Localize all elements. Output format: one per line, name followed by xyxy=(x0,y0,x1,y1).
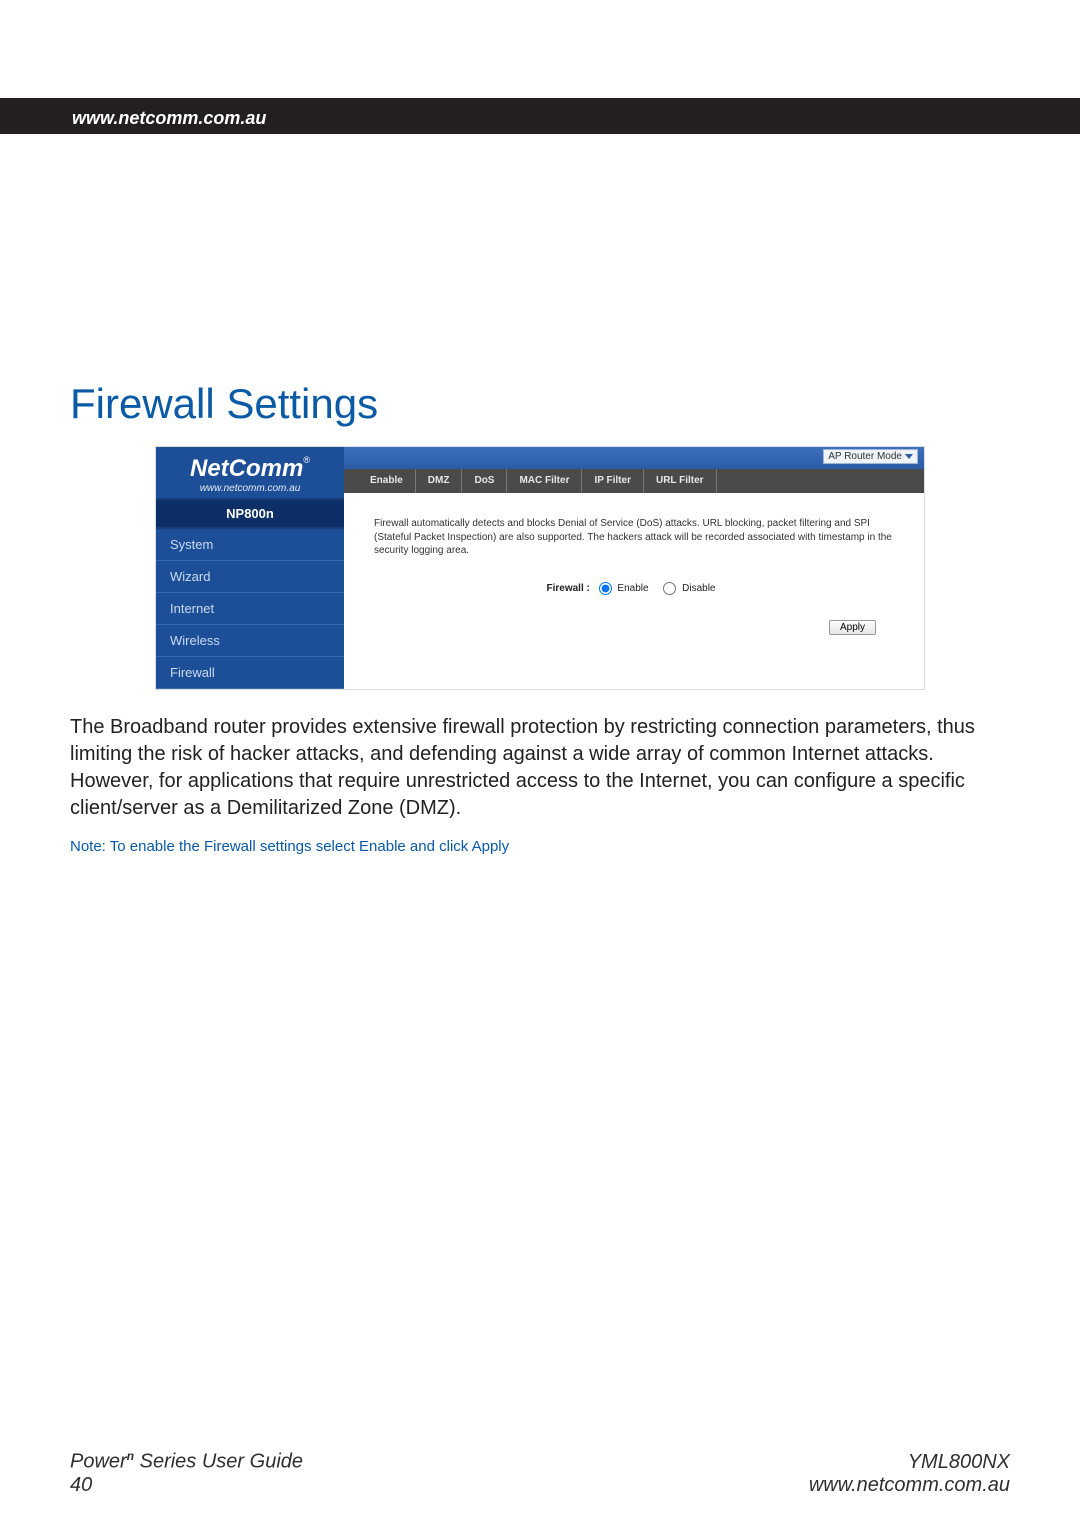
footer-guide-sup: n xyxy=(127,1449,134,1463)
chevron-down-icon xyxy=(905,454,913,459)
registered-mark: ® xyxy=(282,58,294,78)
router-tabs: Enable DMZ DoS MAC Filter IP Filter URL … xyxy=(344,469,924,493)
page-footer: Powern Series User Guide 40 YML800NX www… xyxy=(70,1449,1010,1497)
firewall-disable-radio[interactable] xyxy=(663,582,676,595)
firewall-disable-label: Disable xyxy=(682,583,715,594)
firewall-enable-label: Enable xyxy=(617,583,648,594)
sidebar-item-system[interactable]: System xyxy=(156,529,344,561)
router-registered-mark: ® xyxy=(303,455,310,465)
router-ui-screenshot: NetComm® www.netcomm.com.au NP800n Syste… xyxy=(155,446,925,690)
sidebar-item-internet[interactable]: Internet xyxy=(156,593,344,625)
tab-dos[interactable]: DoS xyxy=(462,469,507,493)
apply-button[interactable]: Apply xyxy=(829,620,876,635)
firewall-enable-radio[interactable] xyxy=(599,582,612,595)
router-model: NP800n xyxy=(156,498,344,529)
tab-dmz[interactable]: DMZ xyxy=(416,469,463,493)
apply-row: Apply xyxy=(344,595,924,657)
page-number: 40 xyxy=(70,1474,303,1497)
footer-left: Powern Series User Guide 40 xyxy=(70,1449,303,1497)
brand-logo-text: NetComm xyxy=(70,53,280,105)
firewall-radio-label: Firewall : xyxy=(547,583,590,594)
footer-code: YML800NX xyxy=(809,1451,1010,1474)
footer-guide-pre: Power xyxy=(70,1451,127,1473)
sidebar-item-wireless[interactable]: Wireless xyxy=(156,625,344,657)
tab-ip-filter[interactable]: IP Filter xyxy=(582,469,644,493)
tab-url-filter[interactable]: URL Filter xyxy=(644,469,717,493)
footer-right: YML800NX www.netcomm.com.au xyxy=(809,1451,1010,1497)
sidebar-item-firewall[interactable]: Firewall xyxy=(156,657,344,689)
footer-guide-post: Series User Guide xyxy=(134,1451,303,1473)
router-main-panel: AP Router Mode Enable DMZ DoS MAC Filter… xyxy=(344,447,924,689)
brand-logo: NetComm® xyxy=(70,52,293,106)
footer-url: www.netcomm.com.au xyxy=(809,1474,1010,1496)
tab-mac-filter[interactable]: MAC Filter xyxy=(507,469,582,493)
router-sidebar-logo-area: NetComm® www.netcomm.com.au xyxy=(156,447,344,498)
brand-url: www.netcomm.com.au xyxy=(72,108,266,129)
section-title: Firewall Settings xyxy=(70,380,1010,428)
mode-select[interactable]: AP Router Mode xyxy=(823,449,918,464)
firewall-description: Firewall automatically detects and block… xyxy=(344,493,924,558)
router-brand-url: www.netcomm.com.au xyxy=(156,483,344,494)
note-text: Note: To enable the Firewall settings se… xyxy=(70,838,1010,855)
router-sidebar: NetComm® www.netcomm.com.au NP800n Syste… xyxy=(156,447,344,689)
router-brand-logo: NetComm® xyxy=(156,455,344,483)
main-content: Firewall Settings NetComm® www.netcomm.c… xyxy=(0,380,1080,855)
tab-enable[interactable]: Enable xyxy=(358,469,416,493)
page-header: NetComm® www.netcomm.com.au xyxy=(0,0,1080,140)
sidebar-item-wizard[interactable]: Wizard xyxy=(156,561,344,593)
mode-select-label: AP Router Mode xyxy=(828,451,902,462)
router-brand-text: NetComm xyxy=(190,455,303,482)
router-topbar: AP Router Mode xyxy=(344,447,924,469)
body-paragraph: The Broadband router provides extensive … xyxy=(70,714,1010,822)
firewall-radio-row: Firewall : Enable Disable xyxy=(344,558,924,595)
